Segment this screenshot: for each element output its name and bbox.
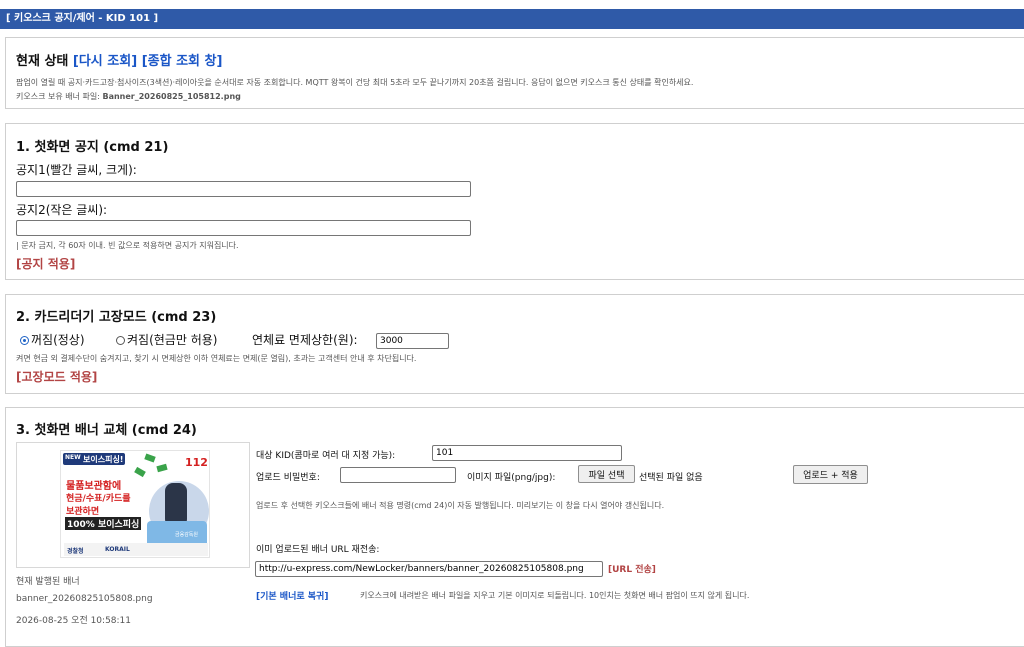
limit-label: 연체료 면제상한(원):: [252, 333, 358, 347]
notice-panel: 1. 첫화면 공지 (cmd 21) 공지1(빨간 글씨, 크게): 공지2(작…: [5, 123, 1024, 280]
current-banner-label: 현재 발행된 배너: [16, 577, 80, 587]
radio-off-label: 꺼짐(정상): [31, 333, 85, 347]
notice2-label: 공지2(작은 글씨):: [16, 203, 108, 217]
restore-hint: 키오스크에 내려받은 배너 파일을 지우고 기본 이미지로 되돌립니다. 10인…: [360, 591, 750, 600]
upload-password-input[interactable]: [340, 467, 456, 483]
poster-tag: 금융감독원: [175, 532, 199, 538]
no-file-text: 선택된 파일 없음: [639, 473, 703, 483]
notice-hint: | 문자 금지, 각 60자 이내. 빈 값으로 적용하면 공지가 지워집니다.: [16, 241, 239, 250]
status-title: 현재 상태: [16, 54, 69, 69]
notice-heading: 1. 첫화면 공지 (cmd 21): [16, 140, 169, 155]
radio-on-dot[interactable]: [116, 336, 125, 345]
status-heading: 현재 상태 [다시 조회] [종합 조회 창]: [16, 50, 222, 69]
image-file-label: 이미지 파일(png/jpg):: [467, 473, 556, 483]
card-apply-link[interactable]: [고장모드 적용]: [16, 368, 97, 385]
poster-footer1: 경찰청: [67, 548, 84, 555]
target-kid-label: 대상 KID(콤마로 여러 대 지정 가능):: [256, 451, 396, 461]
upload-hint: 업로드 후 선택한 키오스크들에 배너 적용 명령(cmd 24)이 자동 발행…: [256, 501, 665, 510]
upload-password-label: 업로드 비밀번호:: [256, 473, 320, 483]
banner-file-label: 키오스크 보유 배너 파일:: [16, 92, 100, 101]
status-panel: 현재 상태 [다시 조회] [종합 조회 창] 팝업이 열릴 때 공지·카드고장…: [5, 37, 1024, 109]
kiosk-banner-file: 키오스크 보유 배너 파일: Banner_20260825_105812.pn…: [16, 91, 241, 102]
card-heading: 2. 카드리더기 고장모드 (cmd 23): [16, 310, 217, 325]
url-send-link[interactable]: [URL 전송]: [608, 562, 656, 575]
card-reader-panel: 2. 카드리더기 고장모드 (cmd 23) 꺼짐(정상) 켜짐(현금만 허용)…: [5, 294, 1024, 394]
radio-on-label: 켜짐(현금만 허용): [127, 333, 218, 347]
notice2-input[interactable]: [16, 220, 471, 236]
current-banner-file: banner_20260825105808.png: [16, 594, 153, 604]
banner-file-value: Banner_20260825_105812.png: [102, 92, 241, 101]
banner-preview-image: NEW 보이스피싱! 112 물품보관함에 현금/수표/카드를 보관하면 100…: [60, 450, 210, 558]
notice1-input[interactable]: [16, 181, 471, 197]
poster-line4: 100% 보이스피싱: [65, 517, 142, 530]
choose-file-button[interactable]: 파일 선택: [578, 465, 635, 483]
window-title: [ 키오스크 공지/제어 - KID 101 ]: [6, 13, 159, 24]
notice-apply-link[interactable]: [공지 적용]: [16, 255, 75, 272]
resend-label: 이미 업로드된 배너 URL 재전송:: [256, 545, 380, 555]
poster-badge-small: NEW: [65, 454, 81, 461]
poster-line1: 물품보관함에: [66, 481, 122, 492]
poster-line3: 보관하면: [66, 507, 100, 517]
banner-heading: 3. 첫화면 배너 교체 (cmd 24): [16, 423, 197, 438]
banner-panel: 3. 첫화면 배너 교체 (cmd 24) NEW 보이스피싱! 112 물품보…: [5, 407, 1024, 647]
notice1-label: 공지1(빨간 글씨, 크게):: [16, 163, 137, 177]
reload-link[interactable]: [다시 조회]: [73, 54, 137, 69]
banner-url-input[interactable]: [255, 561, 603, 577]
radio-off-dot[interactable]: [20, 336, 29, 345]
restore-default-link[interactable]: [기본 배너로 복귀]: [256, 589, 328, 602]
status-description: 팝업이 열릴 때 공지·카드고장·첨사이즈(3색션)·레이아웃을 순서대로 자동…: [16, 78, 694, 87]
poster-line2: 현금/수표/카드를: [66, 494, 131, 504]
poster-footer2: KORAIL: [105, 546, 130, 553]
radio-off[interactable]: 꺼짐(정상): [20, 331, 85, 348]
banner-preview: NEW 보이스피싱! 112 물품보관함에 현금/수표/카드를 보관하면 100…: [16, 442, 250, 568]
limit-input[interactable]: [376, 333, 449, 349]
current-banner-time: 2026-08-25 오전 10:58:11: [16, 616, 132, 626]
card-hint: 켜면 현금 외 결제수단이 숨겨지고, 찾기 시 면제상한 이하 연체료는 면제…: [16, 354, 417, 363]
radio-on[interactable]: 켜짐(현금만 허용): [116, 331, 217, 348]
target-kid-input[interactable]: [432, 445, 622, 461]
poster-badge-title: 보이스피싱!: [83, 455, 124, 464]
overview-link[interactable]: [종합 조회 창]: [142, 54, 223, 69]
upload-apply-button[interactable]: 업로드 + 적용: [793, 465, 868, 484]
poster-number: 112: [185, 456, 208, 469]
window-title-bar: [ 키오스크 공지/제어 - KID 101 ]: [0, 9, 1024, 29]
